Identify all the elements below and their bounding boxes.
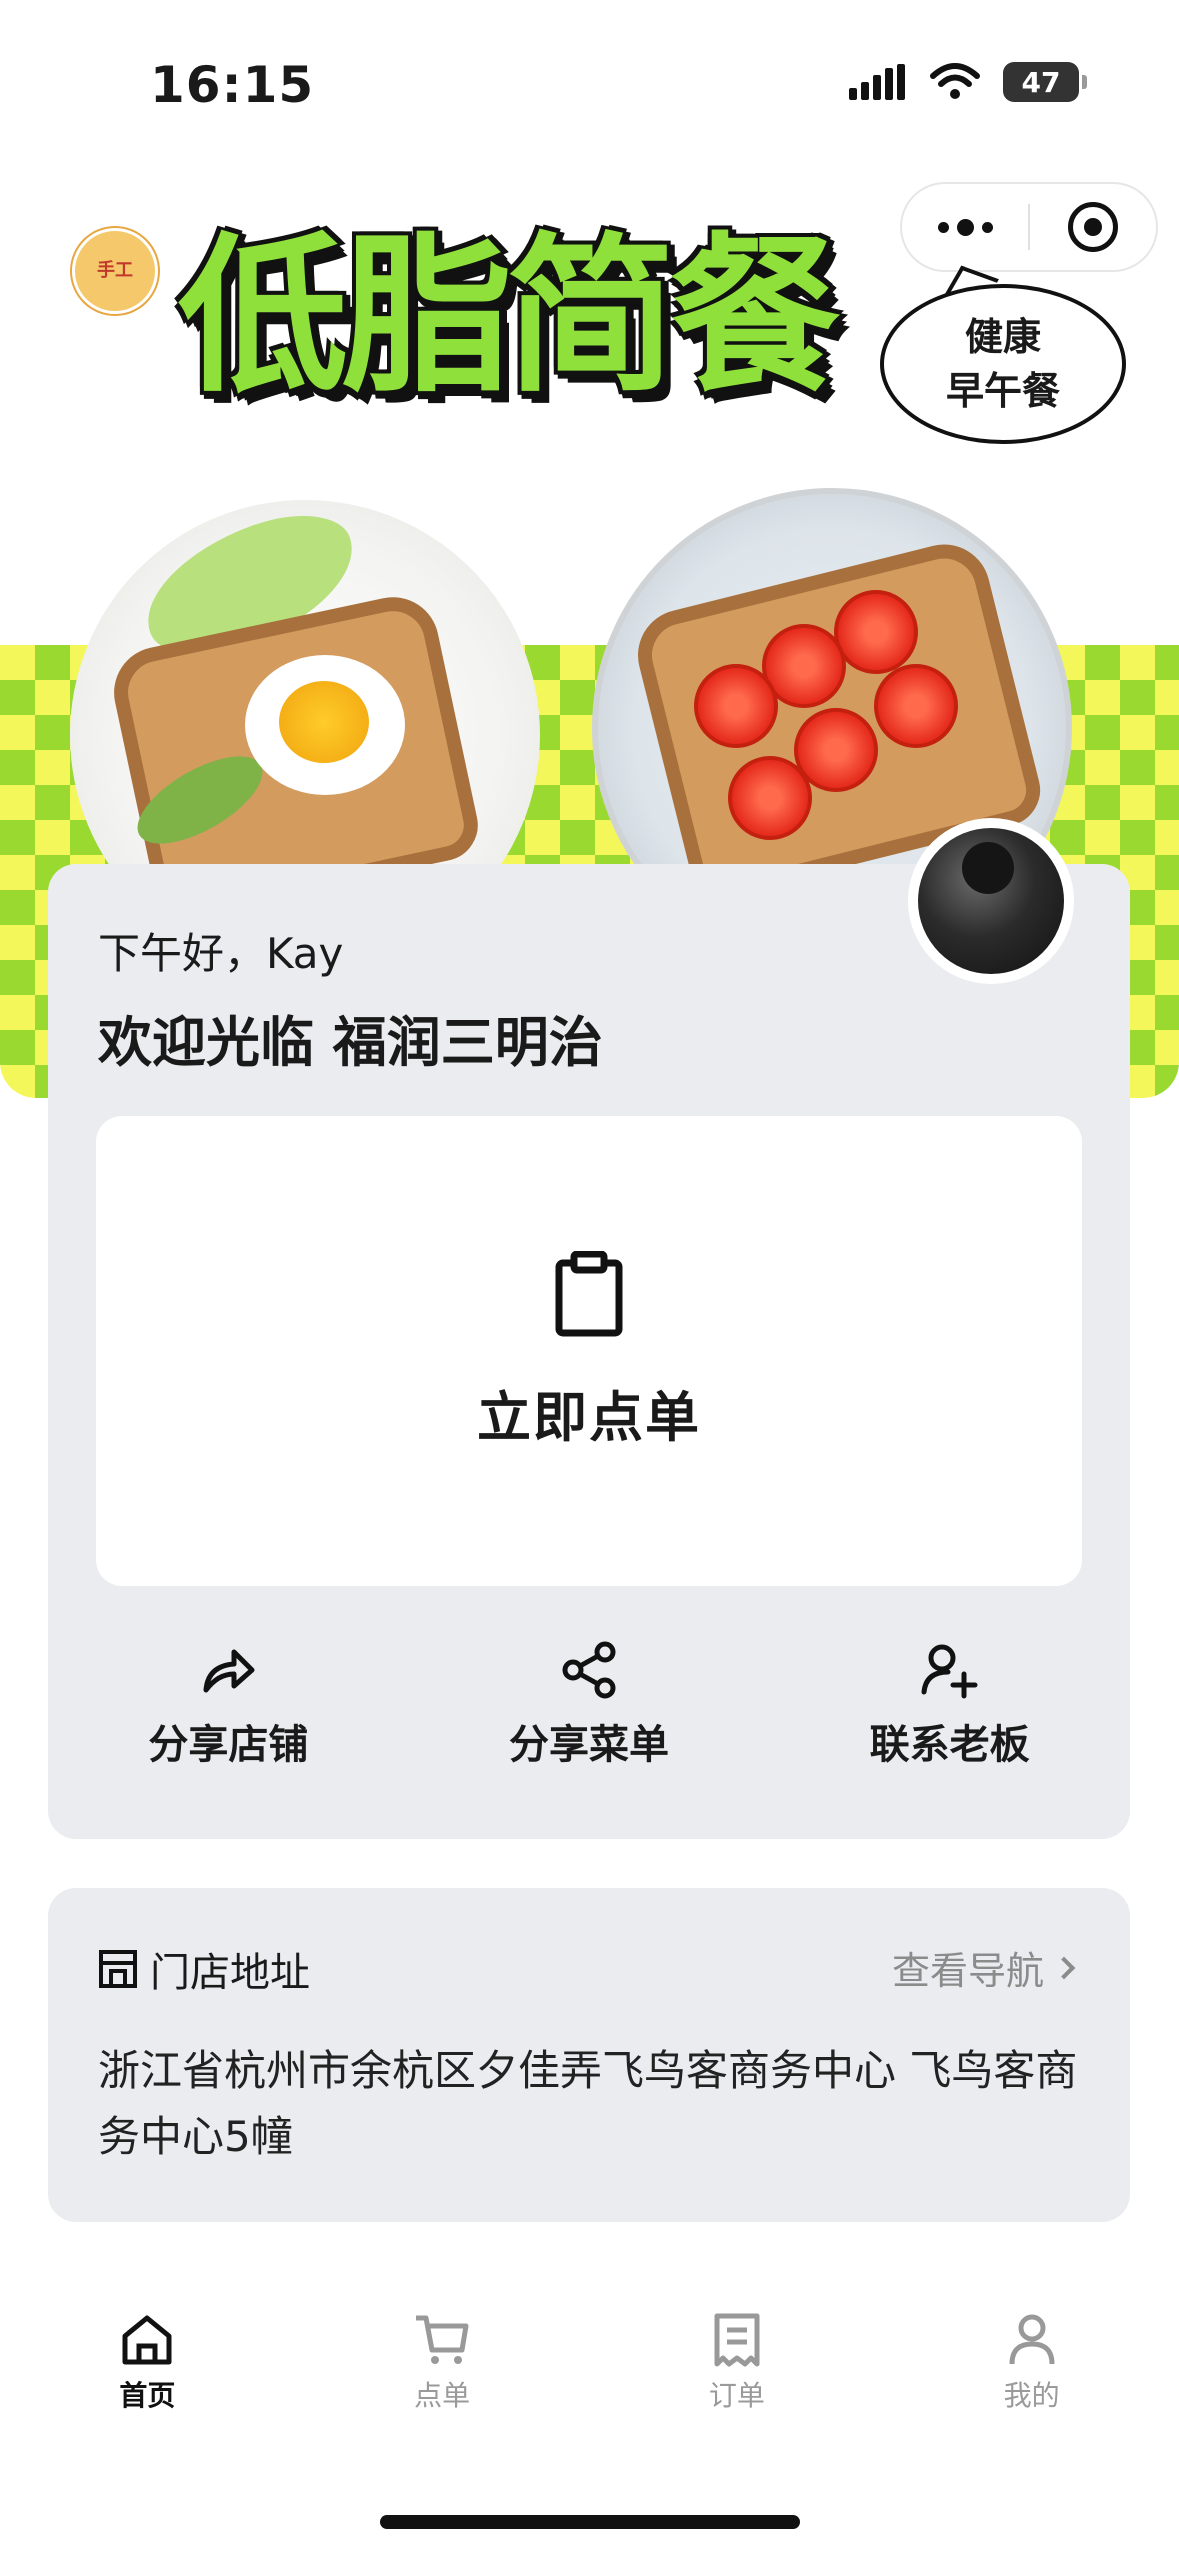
share-store-button[interactable]: 分享店铺 [48,1640,409,1770]
receipt-icon [714,2313,760,2367]
share-menu-label: 分享菜单 [509,1722,669,1768]
tomato-slice [834,590,918,674]
add-user-icon [921,1644,978,1699]
tomato-slice [874,664,958,748]
cart-icon [416,2315,469,2364]
view-navigation-link[interactable]: 查看导航 [891,1940,1076,1995]
welcome-text: 欢迎光临 福润三明治 [98,1011,603,1074]
contact-owner-button[interactable]: 联系老板 [769,1640,1130,1770]
speech-bubble: 健康 早午餐 [880,284,1126,444]
order-now-label: 立即点单 [477,1385,701,1449]
egg-shape [245,655,405,795]
address-header: 门店地址 [98,1940,310,1998]
more-dots-icon [937,218,993,236]
status-time: 16:15 [150,56,315,114]
home-icon [122,2315,172,2365]
tab-order-label: 点单 [414,2379,471,2412]
clipboard-icon [555,1250,623,1336]
store-logo: 手工 [72,228,158,314]
miniprogram-capsule [900,182,1158,272]
bubble-line-2: 早午餐 [945,369,1060,413]
chevron-right-icon [1052,1956,1076,1979]
target-icon [1068,202,1118,252]
banner-title: 低脂简餐 [178,218,840,416]
avatar-photo [918,828,1064,974]
view-navigation-label: 查看导航 [891,1949,1044,1993]
user-avatar[interactable] [908,818,1074,984]
tab-orders[interactable]: 订单 [590,2310,885,2414]
bubble-line-1: 健康 [964,315,1041,359]
battery-indicator: 47 [1003,62,1087,102]
order-now-button[interactable]: 立即点单 [96,1116,1082,1586]
share-nodes-icon [562,1641,616,1699]
tab-profile[interactable]: 我的 [884,2310,1179,2414]
status-icons: 47 [847,62,1087,102]
greeting-text: 下午好，Kay [98,929,344,978]
person-icon [1009,2314,1055,2365]
tab-home-label: 首页 [119,2379,176,2412]
store-icon [99,1950,137,1988]
share-store-label: 分享店铺 [148,1722,309,1768]
signal-icon [849,64,905,100]
contact-owner-label: 联系老板 [869,1722,1030,1768]
address-title: 门店地址 [150,1950,310,1996]
tomato-slice [728,756,812,840]
share-arrow-icon [203,1649,255,1693]
tomato-slice [694,664,778,748]
wifi-icon [930,63,980,99]
tab-orders-label: 订单 [708,2379,765,2412]
tab-order[interactable]: 点单 [295,2310,590,2414]
more-button[interactable] [902,184,1028,270]
tab-profile-label: 我的 [1003,2379,1060,2412]
tab-home[interactable]: 首页 [0,2310,295,2414]
bottom-tab-bar: 首页 点单 订单 我的 [0,2310,1179,2414]
logo-text: 手工 [97,260,133,281]
store-address-card: 门店地址 查看导航 浙江省杭州市余杭区夕佳弄飞鸟客商务中心 飞鸟客商务中心5幢 [48,1888,1130,2222]
share-menu-button[interactable]: 分享菜单 [409,1640,770,1770]
quick-actions: 分享店铺 分享菜单 联系老板 [48,1640,1130,1770]
address-text: 浙江省杭州市余杭区夕佳弄飞鸟客商务中心 飞鸟客商务中心5幢 [98,2046,1078,2161]
close-miniprogram-button[interactable] [1030,184,1156,270]
home-indicator [380,2515,800,2529]
